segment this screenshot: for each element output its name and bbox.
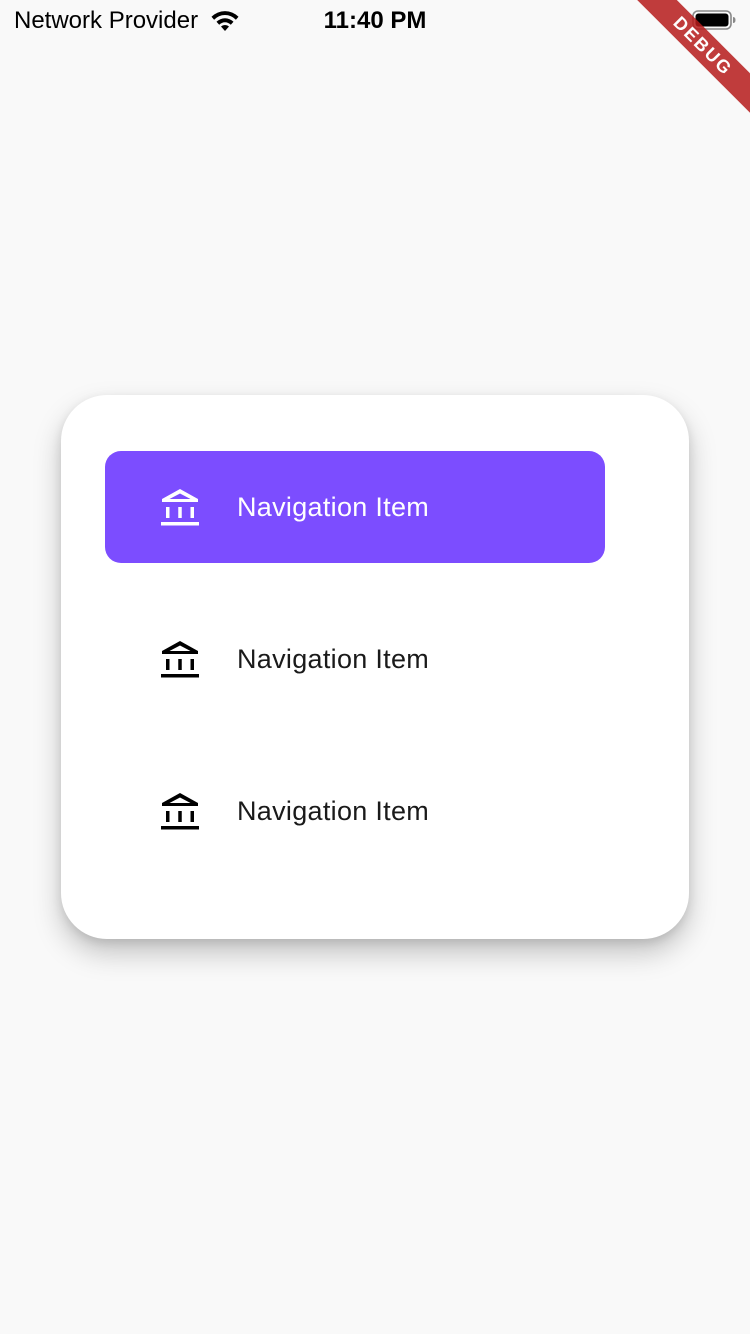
- account-balance-icon: [160, 487, 200, 527]
- account-balance-icon: [160, 791, 200, 831]
- nav-item-2[interactable]: Navigation Item: [105, 603, 605, 715]
- navigation-card: Navigation Item Navigation Item Navigati: [61, 395, 689, 939]
- nav-item-3[interactable]: Navigation Item: [105, 755, 605, 867]
- account-balance-icon: [160, 639, 200, 679]
- debug-banner-label: DEBUG: [625, 0, 750, 124]
- debug-banner: DEBUG: [620, 0, 750, 130]
- nav-item-label: Navigation Item: [237, 795, 430, 826]
- nav-item-1[interactable]: Navigation Item: [105, 451, 605, 563]
- nav-item-label: Navigation Item: [237, 491, 430, 522]
- nav-item-label: Navigation Item: [237, 643, 430, 674]
